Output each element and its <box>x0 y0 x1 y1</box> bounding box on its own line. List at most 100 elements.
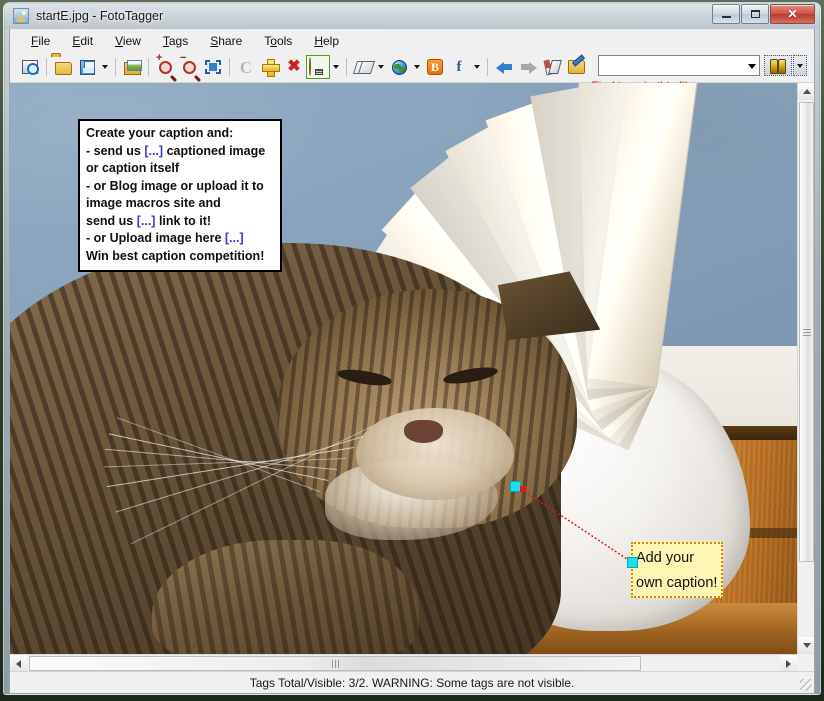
blogger-button[interactable]: B <box>423 55 447 79</box>
toolbar-separator <box>115 58 116 76</box>
blogger-icon: B <box>427 59 443 75</box>
maximize-restore-button[interactable] <box>741 4 769 24</box>
scroll-up-button[interactable] <box>798 83 814 100</box>
lightbulb-icon <box>309 57 327 76</box>
find-tags-button[interactable] <box>764 55 792 76</box>
marker-tool-button[interactable] <box>540 55 564 79</box>
tag-note-text: - send us <box>86 143 145 158</box>
scroll-down-button[interactable] <box>798 637 814 654</box>
open-image-button[interactable] <box>120 55 144 79</box>
menu-share[interactable]: Share <box>199 31 253 51</box>
open-button[interactable] <box>51 55 75 79</box>
show-tags-dropdown[interactable] <box>330 55 342 79</box>
tag-note-line: - or Blog image or upload it to <box>86 178 274 196</box>
share-dropdown[interactable] <box>471 55 483 79</box>
caption-line-2: own caption! <box>636 575 718 591</box>
delete-x-icon: ✖ <box>287 58 301 75</box>
save-button[interactable] <box>75 55 99 79</box>
menu-tools[interactable]: Tools <box>253 31 303 51</box>
scroll-right-button[interactable] <box>780 655 797 671</box>
fit-to-window-button[interactable] <box>201 55 225 79</box>
tag-note-caption[interactable]: Add your own caption! <box>631 542 723 598</box>
window-frame: startE.jpg - FotoTagger ✕ File Edit View… <box>0 0 824 701</box>
restore-icon <box>750 10 760 18</box>
edit-folder-button[interactable] <box>564 55 588 79</box>
scrollbar-corner <box>797 654 814 671</box>
zoom-in-icon <box>158 61 172 74</box>
zoom-in-button[interactable] <box>153 55 177 79</box>
vertical-scroll-thumb[interactable] <box>799 102 814 562</box>
image-canvas[interactable]: Create your caption and: - send us [...]… <box>10 83 814 671</box>
tag-search-input[interactable] <box>599 57 739 74</box>
tag-note-line: Win best caption competition! <box>86 248 274 266</box>
floppy-save-icon <box>79 59 95 75</box>
minimize-icon <box>721 15 731 18</box>
menu-view[interactable]: View <box>104 31 152 51</box>
arrow-right-icon <box>520 60 537 75</box>
tag-note-link[interactable]: [...] <box>137 214 156 228</box>
publish-web-button[interactable] <box>387 55 411 79</box>
tag-style-dropdown[interactable] <box>375 55 387 79</box>
minimize-button[interactable] <box>712 4 740 24</box>
binoculars-icon <box>770 59 786 74</box>
grip-icon <box>331 659 339 668</box>
photo-viewport[interactable]: Create your caption and: - send us [...]… <box>10 83 797 654</box>
toolbar-separator <box>346 58 347 76</box>
caption-note-handle[interactable] <box>627 557 638 568</box>
horizontal-scrollbar[interactable] <box>10 654 797 671</box>
close-button[interactable]: ✕ <box>770 4 815 24</box>
show-tags-button[interactable] <box>306 55 330 79</box>
delete-tag-button[interactable]: ✖ <box>282 55 306 79</box>
folder-open-icon <box>54 62 72 75</box>
refresh-button[interactable]: C <box>234 55 258 79</box>
add-tag-button[interactable] <box>258 55 282 79</box>
menu-tags[interactable]: Tags <box>152 31 199 51</box>
save-dropdown[interactable] <box>99 55 111 79</box>
tag-note-instructions[interactable]: Create your caption and: - send us [...]… <box>78 119 282 272</box>
tag-note-line: send us [...] link to it! <box>86 213 274 231</box>
caption-line-1: Add your <box>636 550 695 566</box>
tag-note-text: - or Upload image here <box>86 231 225 245</box>
triangle-down-icon <box>802 643 811 648</box>
toolbar-separator <box>487 58 488 76</box>
tag-note-text: link to it! <box>155 213 212 228</box>
tag-note-link[interactable]: [...] <box>144 144 163 158</box>
plus-icon <box>262 59 280 77</box>
chevron-down-icon[interactable] <box>748 64 756 69</box>
edit-folder-icon <box>567 60 585 74</box>
title-bar[interactable]: startE.jpg - FotoTagger ✕ <box>4 3 820 29</box>
toolbar: C ✖ B f <box>10 52 814 93</box>
tag-style-button[interactable] <box>351 55 375 79</box>
zoom-out-button[interactable] <box>177 55 201 79</box>
facebook-button[interactable]: f <box>447 55 471 79</box>
photo-cat-nose <box>403 419 443 443</box>
grip-icon <box>802 328 811 336</box>
toolbar-separator <box>148 58 149 76</box>
tag-note-text: captioned image <box>163 143 266 158</box>
previous-image-button[interactable] <box>492 55 516 79</box>
tag-note-text: Create your caption and: <box>86 126 234 140</box>
tag-search-combo[interactable] <box>598 55 760 76</box>
scroll-left-button[interactable] <box>10 655 27 671</box>
client-area: File Edit View Tags Share Tools Help + −… <box>9 29 815 694</box>
app-icon <box>13 8 29 24</box>
tag-note-link[interactable]: [...] <box>225 231 244 245</box>
next-image-button[interactable] <box>516 55 540 79</box>
menu-help[interactable]: Help <box>303 31 350 51</box>
tag-note-line: image macros site and <box>86 195 274 213</box>
tag-note-text: image macros site and <box>86 196 221 210</box>
tag-note-text: send us <box>86 213 137 228</box>
vertical-scrollbar[interactable] <box>797 83 814 654</box>
toolbar-separator <box>46 58 47 76</box>
zoom-out-icon <box>182 61 196 74</box>
search-zone <box>598 55 807 76</box>
menu-edit[interactable]: Edit <box>61 31 104 51</box>
menu-file[interactable]: File <box>20 31 61 51</box>
horizontal-scroll-thumb[interactable] <box>29 656 641 671</box>
search-image-button[interactable] <box>18 55 42 79</box>
facebook-icon: f <box>456 58 462 75</box>
find-options-dropdown[interactable] <box>793 55 807 76</box>
resize-grip-icon[interactable] <box>800 679 812 691</box>
tag-note-line: - send us [...] captioned image <box>86 143 274 161</box>
publish-web-dropdown[interactable] <box>411 55 423 79</box>
